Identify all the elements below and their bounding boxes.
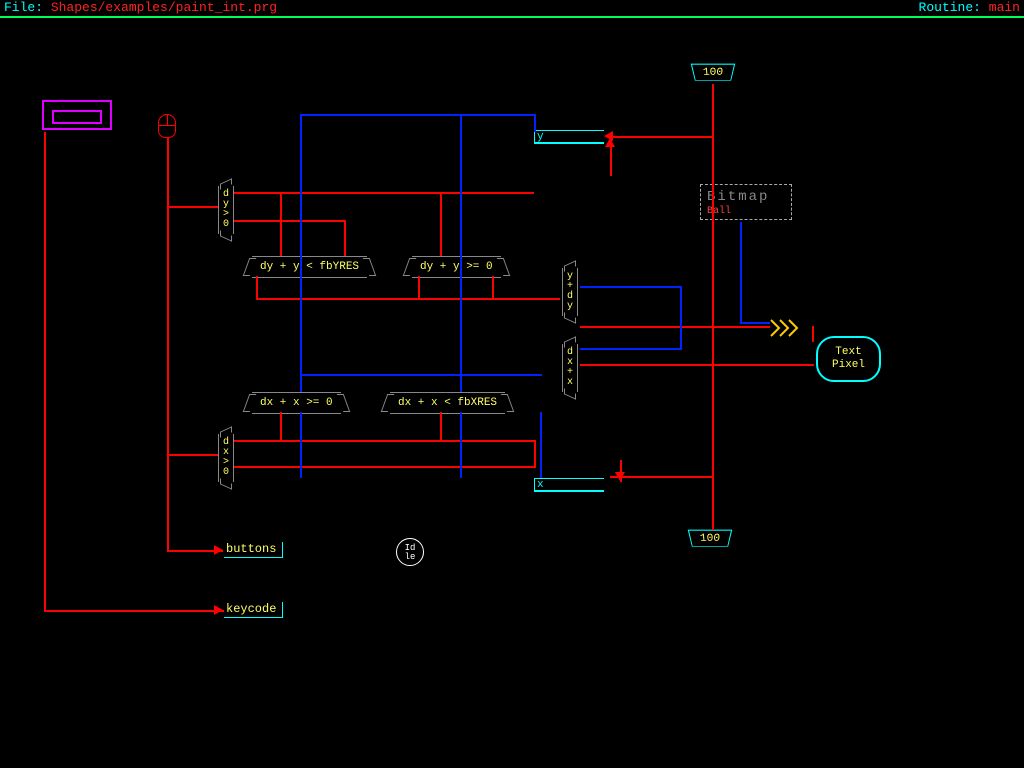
wire xyxy=(234,466,534,468)
wire xyxy=(234,220,344,222)
wire xyxy=(300,114,302,392)
node-dy-gt-0[interactable]: d y > 0 xyxy=(218,186,234,234)
node-dx-x-ge-0[interactable]: dx + x >= 0 xyxy=(252,392,341,414)
wire xyxy=(234,440,534,442)
wire xyxy=(540,412,542,478)
wire xyxy=(256,276,258,300)
wire xyxy=(418,276,420,300)
header-bar: File: Shapes/examples/paint_int.prg Rout… xyxy=(0,0,1024,18)
chevron-icon xyxy=(770,318,800,338)
wire xyxy=(44,132,46,612)
wire xyxy=(167,138,169,552)
weight-bottom[interactable]: 100 xyxy=(688,530,733,547)
port-y[interactable]: y xyxy=(534,130,604,142)
weight-top[interactable]: 100 xyxy=(691,64,736,81)
wire xyxy=(740,222,742,324)
file-path: Shapes/examples/paint_int.prg xyxy=(51,0,277,15)
wire xyxy=(610,136,714,138)
arrowhead-icon xyxy=(214,545,223,555)
arrowhead-icon xyxy=(214,605,223,615)
wire xyxy=(680,286,682,350)
wire xyxy=(580,326,770,328)
wire xyxy=(534,142,604,144)
wire xyxy=(167,206,218,208)
wire xyxy=(712,364,714,530)
output-text-pixel[interactable]: Text Pixel xyxy=(816,336,881,382)
node-dx-x-lt-xres[interactable]: dx + x < fbXRES xyxy=(390,392,505,414)
file-label-group: File: Shapes/examples/paint_int.prg xyxy=(4,0,277,15)
wire xyxy=(440,412,442,442)
wire xyxy=(534,114,536,132)
wire xyxy=(300,114,534,116)
wire xyxy=(300,374,542,376)
node-y-plus-dy[interactable]: y + d y xyxy=(562,268,578,316)
output-line1: Text xyxy=(835,346,861,358)
wire xyxy=(580,286,682,288)
routine-label-group: Routine: main xyxy=(919,0,1020,15)
wire xyxy=(492,276,494,300)
wire xyxy=(580,348,682,350)
wire xyxy=(460,114,462,392)
wire xyxy=(534,440,536,468)
terminal-keycode[interactable]: keycode xyxy=(224,602,283,618)
wire xyxy=(44,610,224,612)
routine-label: Routine: xyxy=(919,0,981,15)
bitmap-title: Bitmap xyxy=(707,189,769,205)
wire xyxy=(580,364,814,366)
wire xyxy=(344,220,346,256)
wire xyxy=(280,412,282,442)
wire xyxy=(740,322,770,324)
wire xyxy=(812,326,814,342)
terminal-buttons[interactable]: buttons xyxy=(224,542,283,558)
routine-name: main xyxy=(989,0,1020,15)
bitmap-subtitle: Ball xyxy=(707,206,731,217)
mouse-icon[interactable] xyxy=(158,114,176,138)
port-x[interactable]: x xyxy=(534,478,604,490)
wire xyxy=(300,412,302,478)
node-x-plus-dx[interactable]: d x + x xyxy=(562,344,578,392)
wire xyxy=(610,476,714,478)
node-dx-gt-0[interactable]: d x > 0 xyxy=(218,434,234,482)
idle-node[interactable]: Id le xyxy=(396,538,424,566)
node-dy-y-ge-0[interactable]: dy + y >= 0 xyxy=(412,256,501,278)
file-label: File: xyxy=(4,0,43,15)
wire xyxy=(167,454,218,456)
wire xyxy=(280,192,282,256)
wire xyxy=(440,192,442,256)
keyboard-icon[interactable] xyxy=(42,100,112,130)
wire xyxy=(712,84,714,364)
arrowhead-icon xyxy=(605,138,615,147)
wire xyxy=(234,192,534,194)
diagram-canvas[interactable]: 100 100 y x d y > 0 d x > 0 dy + y < fbY… xyxy=(0,20,1024,768)
node-dy-y-lt-yres[interactable]: dy + y < fbYRES xyxy=(252,256,367,278)
wire xyxy=(534,490,604,492)
output-line2: Pixel xyxy=(832,359,865,371)
wire xyxy=(460,412,462,478)
arrowhead-icon xyxy=(615,472,625,481)
